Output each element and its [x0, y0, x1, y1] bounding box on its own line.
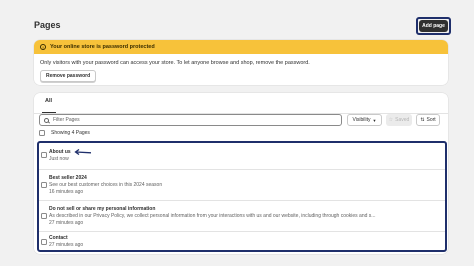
row-subtitle: 27 minutes ago [49, 242, 84, 248]
row-time: 16 minutes ago [49, 189, 84, 195]
row-time: 27 minutes ago [49, 220, 84, 226]
row-title[interactable]: Contact [49, 235, 68, 241]
remove-password-button[interactable]: Remove password [40, 70, 97, 82]
tab-divider [34, 112, 448, 113]
rows-highlight: About us Just now Best seller 2024 See o… [37, 141, 447, 252]
list-item[interactable]: Best seller 2024 See our best customer c… [39, 169, 445, 200]
row-title[interactable]: About us [49, 149, 71, 155]
row-subtitle: As described in our Privacy Policy, we c… [49, 213, 376, 219]
banner-header: ! Your online store is password protecte… [34, 40, 448, 54]
password-banner: ! Your online store is password protecte… [34, 40, 448, 85]
tab-all[interactable]: All [45, 98, 52, 110]
row-checkbox[interactable] [41, 213, 47, 219]
banner-text: Only visitors with your password can acc… [40, 60, 310, 66]
pages-list-card: All Filter Pages Visibility ▼ ☆ Saved ⇅ … [34, 93, 448, 254]
add-page-highlight: Add page [416, 17, 451, 35]
row-subtitle: See our best customer choices in this 20… [49, 182, 163, 188]
list-item[interactable]: Contact 27 minutes ago [39, 231, 445, 250]
filter-pages-input[interactable]: Filter Pages [39, 114, 342, 126]
showing-count: Showing 4 Pages [51, 130, 90, 136]
page-title: Pages [34, 20, 61, 30]
list-item[interactable]: Do not sell or share my personal informa… [39, 200, 445, 231]
row-checkbox[interactable] [41, 152, 47, 158]
sort-button[interactable]: ⇅ Sort [416, 114, 440, 126]
banner-title: Your online store is password protected [50, 44, 155, 50]
chevron-down-icon: ▼ [372, 117, 377, 123]
row-title[interactable]: Best seller 2024 [49, 175, 87, 181]
visibility-filter-button[interactable]: Visibility ▼ [347, 114, 382, 126]
filter-placeholder: Filter Pages [53, 117, 80, 123]
row-title[interactable]: Do not sell or share my personal informa… [49, 206, 155, 212]
list-item[interactable]: About us Just now [39, 143, 445, 169]
row-checkbox[interactable] [41, 239, 47, 245]
saved-button[interactable]: ☆ Saved [386, 114, 412, 126]
visibility-label: Visibility [352, 117, 371, 123]
alert-circle-icon: ! [40, 44, 46, 50]
star-icon: ☆ [388, 117, 394, 123]
sort-label: Sort [426, 117, 436, 123]
search-icon [44, 117, 49, 123]
list-header: Showing 4 Pages [39, 130, 90, 136]
select-all-checkbox[interactable] [39, 130, 45, 136]
banner-body: Only visitors with your password can acc… [34, 54, 448, 82]
row-subtitle: Just now [49, 156, 69, 162]
arrow-pointer-icon [74, 149, 92, 155]
sort-icon: ⇅ [420, 117, 425, 123]
add-page-button[interactable]: Add page [419, 20, 448, 32]
saved-label: Saved [395, 117, 410, 123]
row-checkbox[interactable] [41, 182, 47, 188]
